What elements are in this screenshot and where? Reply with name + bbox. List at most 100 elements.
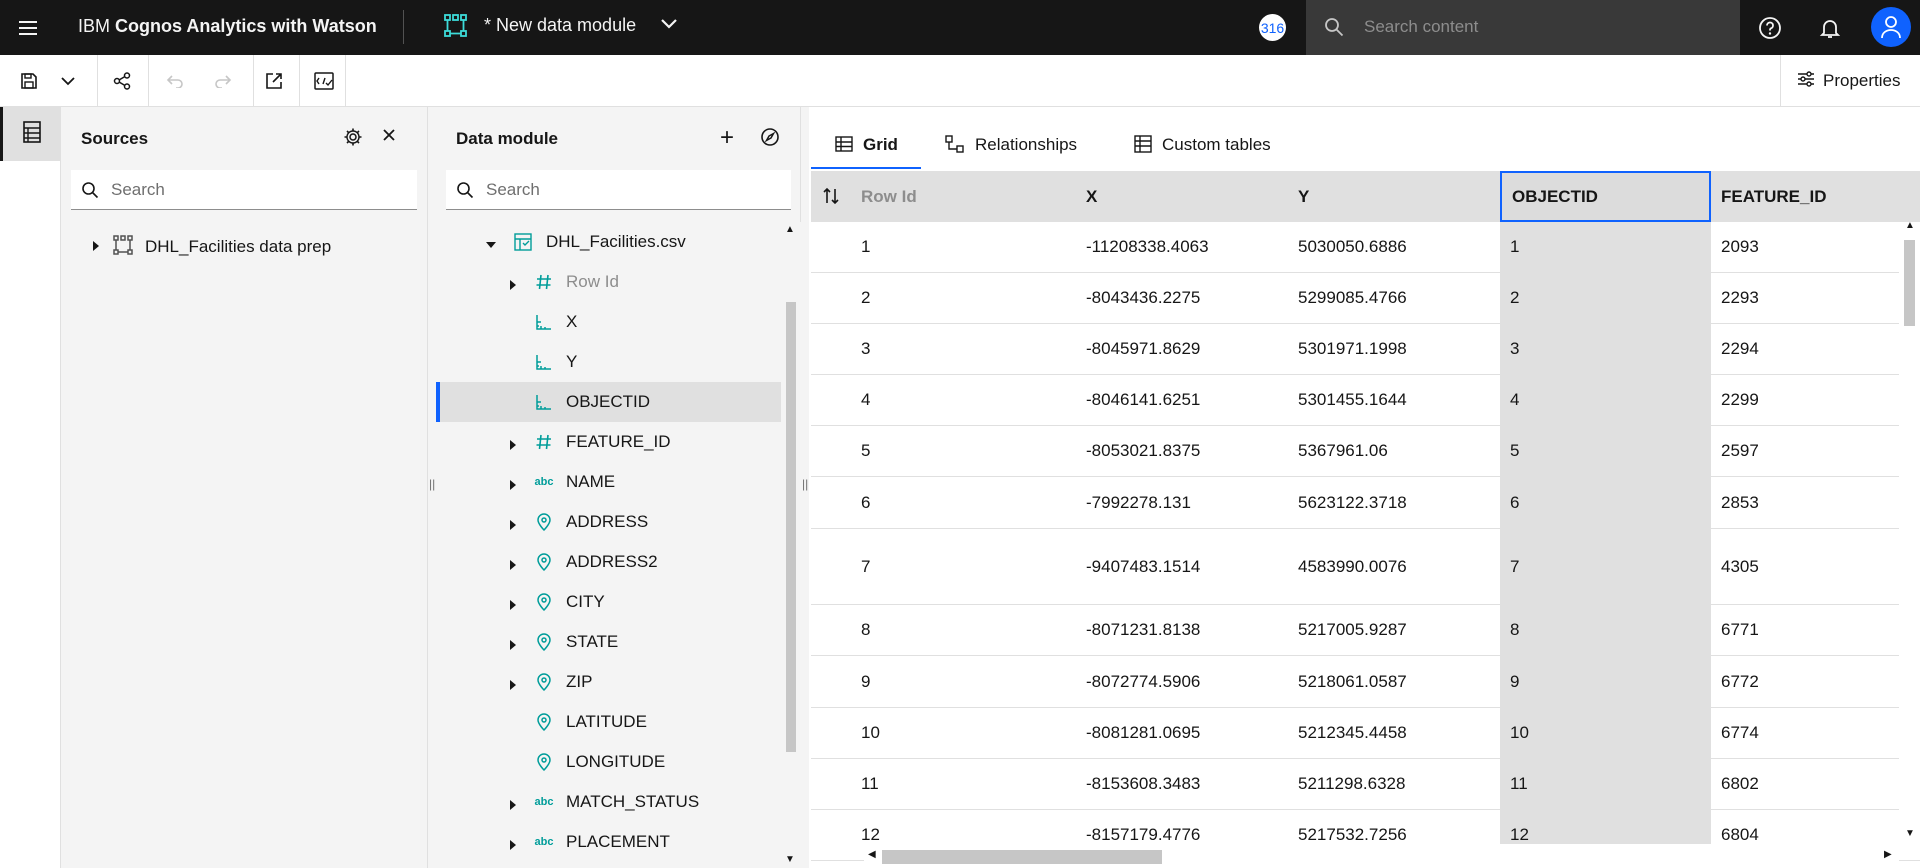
table-cell[interactable]: 6 (1500, 477, 1711, 528)
caret-right-icon[interactable] (508, 836, 520, 850)
tree-item-column[interactable]: ADDRESS (436, 502, 781, 542)
table-cell[interactable]: -11208338.4063 (1076, 222, 1288, 272)
scroll-down-icon[interactable]: ▼ (1905, 828, 1915, 839)
column-header[interactable]: OBJECTID (1500, 171, 1711, 222)
table-cell[interactable]: -8046141.6251 (1076, 375, 1288, 425)
table-cell[interactable]: 1 (1500, 222, 1711, 272)
table-cell[interactable]: 3 (851, 324, 1076, 374)
chevron-down-icon[interactable] (660, 17, 678, 35)
undo-icon[interactable] (159, 65, 191, 97)
table-row[interactable]: 2 -8043436.2275 5299085.4766 2 2293 (811, 273, 1920, 324)
table-row[interactable]: 8 -8071231.8138 5217005.9287 8 6771 (811, 605, 1920, 656)
source-item[interactable]: DHL_Facilities data prep (91, 227, 331, 267)
save-icon[interactable] (13, 65, 45, 97)
table-cell[interactable]: 5623122.3718 (1288, 477, 1500, 528)
table-row[interactable]: 5 -8053021.8375 5367961.06 5 2597 (811, 426, 1920, 477)
tree-item-column[interactable]: X (436, 302, 781, 342)
save-options-chevron-icon[interactable] (52, 65, 84, 97)
tree-item-column[interactable]: CITY (436, 582, 781, 622)
table-row[interactable]: 4 -8046141.6251 5301455.1644 4 2299 (811, 375, 1920, 426)
validate-icon[interactable] (308, 65, 340, 97)
scroll-down-icon[interactable]: ▼ (785, 854, 795, 865)
table-cell[interactable]: 7 (1500, 529, 1711, 604)
caret-right-icon[interactable] (508, 556, 520, 570)
properties-button[interactable]: Properties (1780, 55, 1920, 107)
tree-item-column[interactable]: abc NAME (436, 462, 781, 502)
table-cell[interactable]: 8 (851, 605, 1076, 655)
table-cell[interactable]: -8053021.8375 (1076, 426, 1288, 476)
scroll-right-icon[interactable]: ▶ (1884, 849, 1892, 860)
table-cell[interactable]: -9407483.1514 (1076, 529, 1288, 604)
panel-resize-handle[interactable]: || (428, 107, 436, 868)
table-cell[interactable]: 5212345.4458 (1288, 708, 1500, 758)
caret-right-icon[interactable] (508, 276, 520, 290)
table-cell[interactable]: 5030050.6886 (1288, 222, 1500, 272)
table-cell[interactable]: 6774 (1711, 708, 1920, 758)
table-cell[interactable]: 4305 (1711, 529, 1920, 604)
table-cell[interactable]: 5 (851, 426, 1076, 476)
tree-item-column[interactable]: STATE (436, 622, 781, 662)
search-content-input[interactable] (1364, 12, 1724, 42)
table-cell[interactable]: 8 (1500, 605, 1711, 655)
table-cell[interactable]: 3 (1500, 324, 1711, 374)
table-cell[interactable]: 6802 (1711, 759, 1920, 809)
notifications-bell-icon[interactable] (1815, 13, 1845, 43)
caret-right-icon[interactable] (508, 476, 520, 490)
table-row[interactable]: 11 -8153608.3483 5211298.6328 11 6802 (811, 759, 1920, 810)
table-node[interactable]: DHL_Facilities.csv (436, 222, 781, 262)
share-icon[interactable] (106, 65, 138, 97)
table-row[interactable]: 7 -9407483.1514 4583990.0076 7 4305 (811, 529, 1920, 605)
tree-item-column[interactable]: abc MATCH_STATUS (436, 782, 781, 822)
table-cell[interactable]: 10 (851, 708, 1076, 758)
table-cell[interactable]: 2853 (1711, 477, 1920, 528)
table-cell[interactable]: 2294 (1711, 324, 1920, 374)
table-cell[interactable]: -7992278.131 (1076, 477, 1288, 528)
menu-icon[interactable] (14, 14, 42, 42)
scrollbar-thumb[interactable] (882, 850, 1162, 864)
caret-right-icon[interactable] (508, 436, 520, 450)
table-cell[interactable]: 7 (851, 529, 1076, 604)
table-cell[interactable]: -8071231.8138 (1076, 605, 1288, 655)
scrollbar-thumb[interactable] (1904, 240, 1915, 326)
scroll-left-icon[interactable]: ◀ (868, 849, 876, 860)
data-module-search-input[interactable] (486, 178, 706, 202)
grid-horizontal-scrollbar[interactable]: ◀ ▶ (864, 844, 1899, 868)
table-cell[interactable]: 2 (1500, 273, 1711, 323)
table-cell[interactable]: 9 (851, 656, 1076, 707)
column-header[interactable]: X (1076, 171, 1288, 222)
table-row[interactable]: 9 -8072774.5906 5218061.0587 9 6772 (811, 656, 1920, 708)
table-row[interactable]: 10 -8081281.0695 5212345.4458 10 6774 (811, 708, 1920, 759)
module-title[interactable]: * New data module (484, 15, 636, 36)
caret-right-icon[interactable] (508, 516, 520, 530)
close-icon[interactable] (382, 128, 396, 147)
table-cell[interactable]: 10 (1500, 708, 1711, 758)
table-cell[interactable]: 5217005.9287 (1288, 605, 1500, 655)
tree-scrollbar[interactable]: ▲ ▼ (781, 222, 801, 868)
table-row[interactable]: 1 -11208338.4063 5030050.6886 1 2093 (811, 222, 1920, 273)
caret-right-icon[interactable] (508, 676, 520, 690)
caret-right-icon[interactable] (91, 237, 101, 257)
table-cell[interactable]: 1 (851, 222, 1076, 272)
redo-icon[interactable] (207, 65, 239, 97)
table-cell[interactable]: 6771 (1711, 605, 1920, 655)
sources-search-input[interactable] (111, 178, 331, 202)
tree-item-column[interactable]: ZIP (436, 662, 781, 702)
table-cell[interactable]: 4 (1500, 375, 1711, 425)
grid-vertical-scrollbar[interactable]: ▲ ▼ (1899, 220, 1920, 844)
tab-relationships[interactable]: Relationships (945, 127, 1077, 169)
tree-item-column[interactable]: FEATURE_ID (436, 422, 781, 462)
sources-panel-toggle[interactable] (0, 107, 60, 161)
table-cell[interactable]: 2597 (1711, 426, 1920, 476)
table-cell[interactable]: 9 (1500, 656, 1711, 707)
tree-item-column[interactable]: Row Id (436, 262, 781, 302)
caret-right-icon[interactable] (508, 596, 520, 610)
add-icon[interactable]: + (720, 124, 734, 152)
sort-icon[interactable] (821, 186, 841, 211)
column-header[interactable]: Y (1288, 171, 1500, 222)
table-row[interactable]: 6 -7992278.131 5623122.3718 6 2853 (811, 477, 1920, 529)
product-name[interactable]: IBM Cognos Analytics with Watson (78, 16, 377, 37)
scroll-up-icon[interactable]: ▲ (1905, 220, 1915, 231)
table-row[interactable]: 3 -8045971.8629 5301971.1998 3 2294 (811, 324, 1920, 375)
table-cell[interactable]: 6772 (1711, 656, 1920, 707)
table-cell[interactable]: -8043436.2275 (1076, 273, 1288, 323)
